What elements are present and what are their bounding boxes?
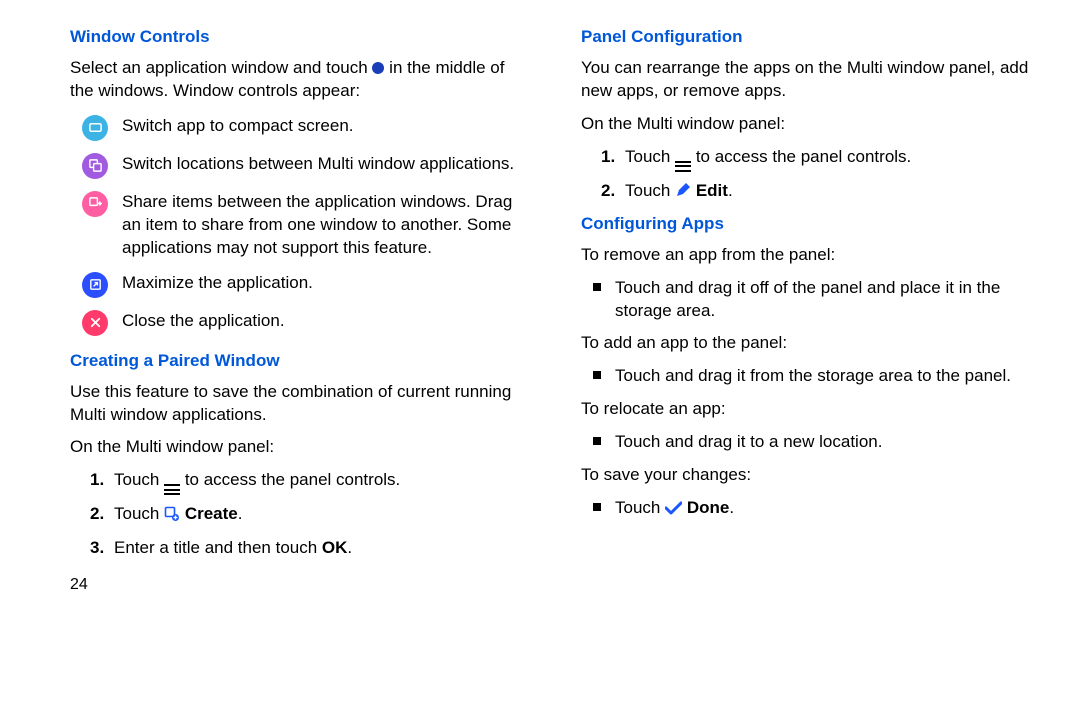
step-3: 3. Enter a title and then touch OK. (90, 537, 525, 560)
relocate-app-lead: To relocate an app: (581, 398, 1036, 421)
list-item: Touch Done. (615, 497, 1036, 522)
icon-desc: Close the application. (122, 308, 525, 333)
step-number: 1. (601, 146, 625, 172)
paired-window-desc: Use this feature to save the combination… (70, 381, 525, 427)
step-number: 3. (90, 537, 114, 560)
icon-desc: Switch locations between Multi window ap… (122, 151, 525, 176)
icon-row-share: Share items between the application wind… (70, 189, 525, 260)
step-text: Touch Create. (114, 503, 242, 529)
icon-desc: Share items between the application wind… (122, 189, 525, 260)
add-app-lead: To add an app to the panel: (581, 332, 1036, 355)
icon-row-compact: Switch app to compact screen. (70, 113, 525, 141)
icon-row-close: Close the application. (70, 308, 525, 336)
step-1: 1. Touch to access the panel controls. (601, 146, 1036, 172)
text: Touch (625, 181, 675, 200)
text: Enter a title and then touch (114, 538, 322, 557)
text: Touch (114, 470, 164, 489)
panel-handle-icon (675, 161, 691, 172)
step-number: 2. (90, 503, 114, 529)
switch-windows-icon (82, 153, 108, 179)
step-1: 1. Touch to access the panel controls. (90, 469, 525, 495)
panel-config-steps: 1. Touch to access the panel controls. 2… (581, 146, 1036, 205)
add-app-list: Touch and drag it from the storage area … (581, 365, 1036, 388)
icon-row-switch: Switch locations between Multi window ap… (70, 151, 525, 179)
share-items-icon (82, 191, 108, 217)
panel-config-lead: On the Multi window panel: (581, 113, 1036, 136)
right-column: Panel Configuration You can rearrange th… (581, 20, 1036, 596)
text: Touch (615, 498, 665, 517)
list-item: Touch and drag it off of the panel and p… (615, 277, 1036, 323)
text: Touch (625, 147, 675, 166)
paired-window-steps: 1. Touch to access the panel controls. 2… (70, 469, 525, 560)
create-label: Create (180, 504, 238, 523)
step-text: Touch to access the panel controls. (114, 469, 400, 495)
text: . (238, 504, 243, 523)
close-icon (82, 310, 108, 336)
text: to access the panel controls. (180, 470, 400, 489)
left-column: Window Controls Select an application wi… (70, 20, 525, 596)
window-controls-intro: Select an application window and touch i… (70, 57, 525, 103)
heading-paired-window: Creating a Paired Window (70, 350, 525, 373)
panel-handle-icon (164, 484, 180, 495)
done-check-icon (665, 499, 682, 522)
manual-page: Window Controls Select an application wi… (0, 0, 1080, 606)
page-number: 24 (70, 574, 525, 596)
text: . (347, 538, 352, 557)
text: . (729, 498, 734, 517)
remove-app-list: Touch and drag it off of the panel and p… (581, 277, 1036, 323)
icon-desc: Maximize the application. (122, 270, 525, 295)
step-text: Touch Edit. (625, 180, 733, 205)
icon-row-maximize: Maximize the application. (70, 270, 525, 298)
step-text: Touch to access the panel controls. (625, 146, 911, 172)
text: to access the panel controls. (691, 147, 911, 166)
done-label: Done (682, 498, 729, 517)
edit-label: Edit (691, 181, 728, 200)
panel-config-desc: You can rearrange the apps on the Multi … (581, 57, 1036, 103)
relocate-app-list: Touch and drag it to a new location. (581, 431, 1036, 454)
paired-window-lead: On the Multi window panel: (70, 436, 525, 459)
list-item: Touch and drag it from the storage area … (615, 365, 1036, 388)
icon-desc: Switch app to compact screen. (122, 113, 525, 138)
save-changes-lead: To save your changes: (581, 464, 1036, 487)
edit-pencil-icon (675, 182, 691, 205)
remove-app-lead: To remove an app from the panel: (581, 244, 1036, 267)
step-2: 2. Touch Edit. (601, 180, 1036, 205)
maximize-icon (82, 272, 108, 298)
step-number: 2. (601, 180, 625, 205)
step-number: 1. (90, 469, 114, 495)
compact-screen-icon (82, 115, 108, 141)
heading-configuring-apps: Configuring Apps (581, 213, 1036, 236)
list-item: Touch and drag it to a new location. (615, 431, 1036, 454)
create-icon (164, 506, 180, 529)
window-controls-icon-list: Switch app to compact screen. Switch loc… (70, 113, 525, 336)
text: . (728, 181, 733, 200)
save-changes-list: Touch Done. (581, 497, 1036, 522)
heading-window-controls: Window Controls (70, 26, 525, 49)
step-text: Enter a title and then touch OK. (114, 537, 352, 560)
ok-label: OK (322, 538, 348, 557)
handle-dot-icon (372, 62, 384, 74)
text: Select an application window and touch (70, 58, 372, 77)
step-2: 2. Touch Create. (90, 503, 525, 529)
text: Touch (114, 504, 164, 523)
heading-panel-config: Panel Configuration (581, 26, 1036, 49)
